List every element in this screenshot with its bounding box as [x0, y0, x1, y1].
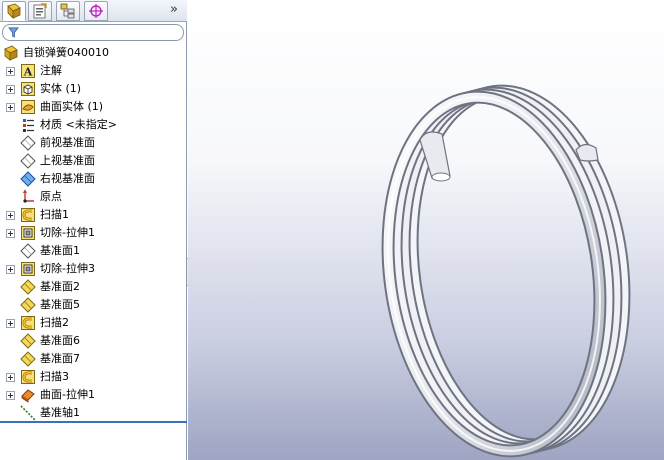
cut-extrude-icon: [20, 261, 36, 277]
sweep-icon: [20, 315, 36, 331]
annotations-icon: A: [20, 63, 36, 79]
tree-item-label: 上视基准面: [40, 154, 95, 167]
spring-coils: [381, 84, 631, 458]
tree-item-label: 前视基准面: [40, 136, 95, 149]
tree-item-label: 基准面2: [40, 280, 80, 293]
tree-item-label: 曲面实体 (1): [40, 100, 104, 113]
tab-feature-manager[interactable]: [2, 1, 26, 21]
graphics-viewport[interactable]: [188, 0, 664, 460]
tab-dimxpert-manager[interactable]: [84, 1, 108, 21]
tab-configuration-manager[interactable]: [56, 1, 80, 21]
tree-item[interactable]: 前视基准面: [0, 134, 186, 152]
expand-toggle[interactable]: [6, 391, 15, 400]
expand-toggle[interactable]: [6, 85, 15, 94]
tree-item[interactable]: 基准面5: [0, 296, 186, 314]
tree-item-label: 右视基准面: [40, 172, 95, 185]
tree-item[interactable]: 切除-拉伸1: [0, 224, 186, 242]
tree-item[interactable]: 曲面实体 (1): [0, 98, 186, 116]
axis-icon: [20, 405, 36, 421]
tree-item[interactable]: A 注解: [0, 62, 186, 80]
tree-item[interactable]: 基准轴1: [0, 404, 186, 422]
tree-item-label: 曲面-拉伸1: [40, 388, 95, 401]
ref-plane-icon: [20, 351, 36, 367]
tree-item-label: 切除-拉伸3: [40, 262, 95, 275]
feature-manager-icon: [7, 3, 21, 19]
sweep-icon: [20, 207, 36, 223]
tree-item[interactable]: 基准面6: [0, 332, 186, 350]
dimxpert-icon: [89, 4, 103, 18]
manager-tab-bar: »: [0, 0, 187, 22]
tree-item-label: 自锁弹簧040010: [23, 46, 109, 59]
expand-toggle[interactable]: [6, 319, 15, 328]
tree-item-label: 扫描3: [40, 370, 69, 383]
tree-item[interactable]: 右视基准面: [0, 170, 186, 188]
spring-end-right: [575, 143, 599, 162]
ref-plane-icon: [20, 333, 36, 349]
tab-overflow-button[interactable]: »: [167, 2, 181, 18]
plane-icon: [20, 135, 36, 151]
tab-property-manager[interactable]: [28, 1, 52, 21]
tree-item[interactable]: 基准面2: [0, 278, 186, 296]
expand-toggle[interactable]: [6, 103, 15, 112]
tree-item-label: 基准面5: [40, 298, 80, 311]
filter-funnel-icon: [8, 27, 19, 38]
property-manager-icon: [33, 3, 47, 19]
tree-item[interactable]: 曲面-拉伸1: [0, 386, 186, 404]
plane-icon: [20, 243, 36, 259]
panel-divider: [0, 421, 187, 423]
tree-item[interactable]: 切除-拉伸3: [0, 260, 186, 278]
configuration-manager-icon: [60, 3, 75, 19]
feature-manager-panel: » 自锁弹簧040010 A 注解实体 (1) 曲面实体 (1) 材质 <未指定> 前视基…: [0, 0, 187, 460]
part-icon: [3, 45, 19, 61]
tree-item-label: 切除-拉伸1: [40, 226, 95, 239]
expand-toggle[interactable]: [6, 373, 15, 382]
tree-item-label: 基准面1: [40, 244, 80, 257]
tree-item[interactable]: 上视基准面: [0, 152, 186, 170]
surface-bodies-icon: [20, 99, 36, 115]
tree-item[interactable]: 扫描1: [0, 206, 186, 224]
tree-item-label: 注解: [40, 64, 62, 77]
tree-item-label: 基准面7: [40, 352, 80, 365]
ref-plane-icon: [20, 279, 36, 295]
spring-3d-model: [381, 84, 631, 458]
expand-toggle[interactable]: [6, 211, 15, 220]
tree-item-label: 原点: [40, 190, 62, 203]
tree-item[interactable]: 扫描2: [0, 314, 186, 332]
sweep-icon: [20, 369, 36, 385]
surface-extrude-icon: [20, 387, 36, 403]
tree-item-label: 扫描1: [40, 208, 69, 221]
svg-text:A: A: [23, 66, 33, 79]
tree-filter-input[interactable]: [2, 24, 184, 41]
material-icon: [20, 117, 36, 133]
solid-bodies-icon: [20, 81, 36, 97]
tree-item[interactable]: 材质 <未指定>: [0, 116, 186, 134]
expand-toggle[interactable]: [6, 229, 15, 238]
tree-item[interactable]: 实体 (1): [0, 80, 186, 98]
tree-item[interactable]: 基准面7: [0, 350, 186, 368]
expand-toggle[interactable]: [6, 67, 15, 76]
tree-item[interactable]: 基准面1: [0, 242, 186, 260]
tree-item-label: 材质 <未指定>: [40, 118, 117, 131]
expand-toggle[interactable]: [6, 265, 15, 274]
tree-root-item[interactable]: 自锁弹簧040010: [0, 44, 186, 62]
plane-icon: [20, 153, 36, 169]
tree-item-label: 扫描2: [40, 316, 69, 329]
origin-icon: [20, 189, 36, 205]
tree-item[interactable]: 扫描3: [0, 368, 186, 386]
tree-item-label: 基准轴1: [40, 406, 80, 419]
cut-extrude-icon: [20, 225, 36, 241]
tree-item[interactable]: 原点: [0, 188, 186, 206]
tree-item-label: 实体 (1): [40, 82, 82, 95]
plane-selected-icon: [20, 171, 36, 187]
ref-plane-icon: [20, 297, 36, 313]
tree-item-label: 基准面6: [40, 334, 80, 347]
